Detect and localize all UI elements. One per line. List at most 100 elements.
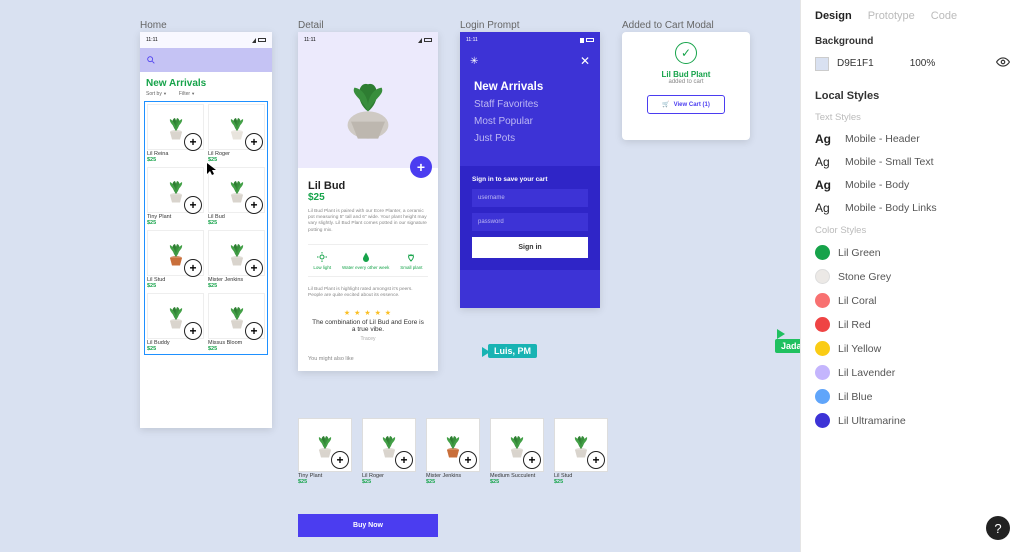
product-price: $25 [308,192,428,203]
close-icon[interactable]: ✕ [580,54,590,68]
product-card[interactable]: + Lil Stud $25 [147,230,204,289]
add-button[interactable]: + [245,259,263,277]
color-style-name: Lil Yellow [838,343,881,355]
add-button[interactable]: + [245,196,263,214]
color-style-row[interactable]: Lil Green [815,245,1010,260]
recommended-product[interactable]: + Medium Succulent $25 [490,418,544,485]
product-name: Lil Bud [308,180,428,192]
password-field[interactable]: password [472,213,588,231]
product-price: $25 [147,283,204,289]
frame-label-home[interactable]: Home [140,20,167,31]
status-bar: 11:11 [298,32,438,48]
color-swatch [815,413,830,428]
background-label: Background [815,36,1010,47]
care-attribute: Water every other week [342,251,389,270]
recommended-product[interactable]: + Lil Roger $25 [362,418,416,485]
properties-panel: Design Prototype Code Background D9E1F1 … [800,0,1024,552]
add-button[interactable]: + [523,451,541,469]
home-search-bar[interactable] [140,48,272,72]
color-style-row[interactable]: Lil Coral [815,293,1010,308]
frame-home[interactable]: 11:11 New Arrivals Sort by Filter + Lil … [140,32,272,428]
product-thumbnail: + [362,418,416,472]
product-card[interactable]: + Tiny Plant $25 [147,167,204,226]
buy-now-button[interactable]: Buy Now [298,514,438,537]
color-swatch [815,365,830,380]
help-button[interactable]: ? [986,516,1010,540]
text-style-row[interactable]: Ag Mobile - Header [815,132,1010,146]
color-swatch [815,389,830,404]
color-style-row[interactable]: Lil Blue [815,389,1010,404]
nav-link[interactable]: Staff Favorites [474,99,586,110]
recommended-product[interactable]: + Lil Stud $25 [554,418,608,485]
color-style-row[interactable]: Stone Grey [815,269,1010,284]
text-style-row[interactable]: Ag Mobile - Body Links [815,201,1010,215]
add-button[interactable]: + [245,322,263,340]
frame-label-cart[interactable]: Added to Cart Modal [622,20,714,31]
design-canvas[interactable]: Home Detail Login Prompt Added to Cart M… [0,0,800,552]
add-button[interactable]: + [245,133,263,151]
product-price: $25 [147,157,204,163]
product-price: $25 [208,220,265,226]
color-swatch [815,245,830,260]
product-card[interactable]: + Lil Buddy $25 [147,293,204,352]
frame-login-prompt[interactable]: 11:11 ✳ ✕ New ArrivalsStaff FavoritesMos… [460,32,600,308]
visibility-toggle-icon[interactable] [996,55,1010,72]
color-style-row[interactable]: Lil Lavender [815,365,1010,380]
nav-link[interactable]: New Arrivals [474,81,586,93]
success-check-icon: ✓ [675,42,697,64]
frame-detail[interactable]: 11:11 + Lil Bud $25 Lil Bud Plant is pai… [298,32,438,371]
product-thumbnail: + [554,418,608,472]
add-button[interactable]: + [184,322,202,340]
product-price: $25 [208,283,265,289]
background-hex[interactable]: D9E1F1 [837,58,874,69]
add-button[interactable]: + [184,196,202,214]
tab-code[interactable]: Code [931,10,957,22]
product-price: $25 [490,479,544,485]
view-cart-button[interactable]: 🛒 View Cart (1) [647,95,725,114]
text-style-preview: Ag [815,201,837,215]
product-thumbnail: + [426,418,480,472]
add-to-cart-fab[interactable]: + [410,156,432,178]
product-price: $25 [426,479,480,485]
color-style-name: Lil Blue [838,391,872,403]
recommended-product[interactable]: + Tiny Plant $25 [298,418,352,485]
added-to-cart-text: added to cart [668,79,703,85]
frame-label-detail[interactable]: Detail [298,20,324,31]
color-style-row[interactable]: Lil Red [815,317,1010,332]
add-button[interactable]: + [587,451,605,469]
tab-design[interactable]: Design [815,10,852,22]
product-thumbnail: + [298,418,352,472]
sort-dropdown[interactable]: Sort by [146,91,167,97]
nav-link[interactable]: Most Popular [474,116,586,127]
review-author: Tracey [308,336,428,342]
add-button[interactable]: + [331,451,349,469]
product-card[interactable]: + Lil Roger $25 [208,104,265,163]
color-style-row[interactable]: Lil Yellow [815,341,1010,356]
username-field[interactable]: username [472,189,588,207]
status-bar: 11:11 [140,32,272,48]
you-might-also-like-label: You might also like [308,356,428,362]
plant-illustration [334,73,402,143]
recommended-product[interactable]: + Mister Jenkins $25 [426,418,480,485]
text-style-row[interactable]: Ag Mobile - Small Text [815,155,1010,169]
tab-prototype[interactable]: Prototype [868,10,915,22]
color-style-name: Lil Coral [838,295,877,307]
nav-link[interactable]: Just Pots [474,133,586,144]
color-style-row[interactable]: Lil Ultramarine [815,413,1010,428]
add-button[interactable]: + [459,451,477,469]
text-style-row[interactable]: Ag Mobile - Body [815,178,1010,192]
add-button[interactable]: + [184,259,202,277]
background-swatch[interactable] [815,57,829,71]
product-card[interactable]: + Mister Jenkins $25 [208,230,265,289]
add-button[interactable]: + [184,133,202,151]
filter-dropdown[interactable]: Filter [179,91,195,97]
product-card[interactable]: + Missus Bloom $25 [208,293,265,352]
product-card[interactable]: + Lil Reina $25 [147,104,204,163]
signin-button[interactable]: Sign in [472,237,588,258]
text-style-name: Mobile - Header [845,133,920,145]
frame-added-to-cart-modal[interactable]: ✓ Lil Bud Plant added to cart 🛒 View Car… [622,32,750,140]
frame-label-login[interactable]: Login Prompt [460,20,519,31]
product-description: Lil Bud Plant is paired with our Eore Pl… [308,209,428,234]
add-button[interactable]: + [395,451,413,469]
background-opacity[interactable]: 100% [910,58,936,69]
